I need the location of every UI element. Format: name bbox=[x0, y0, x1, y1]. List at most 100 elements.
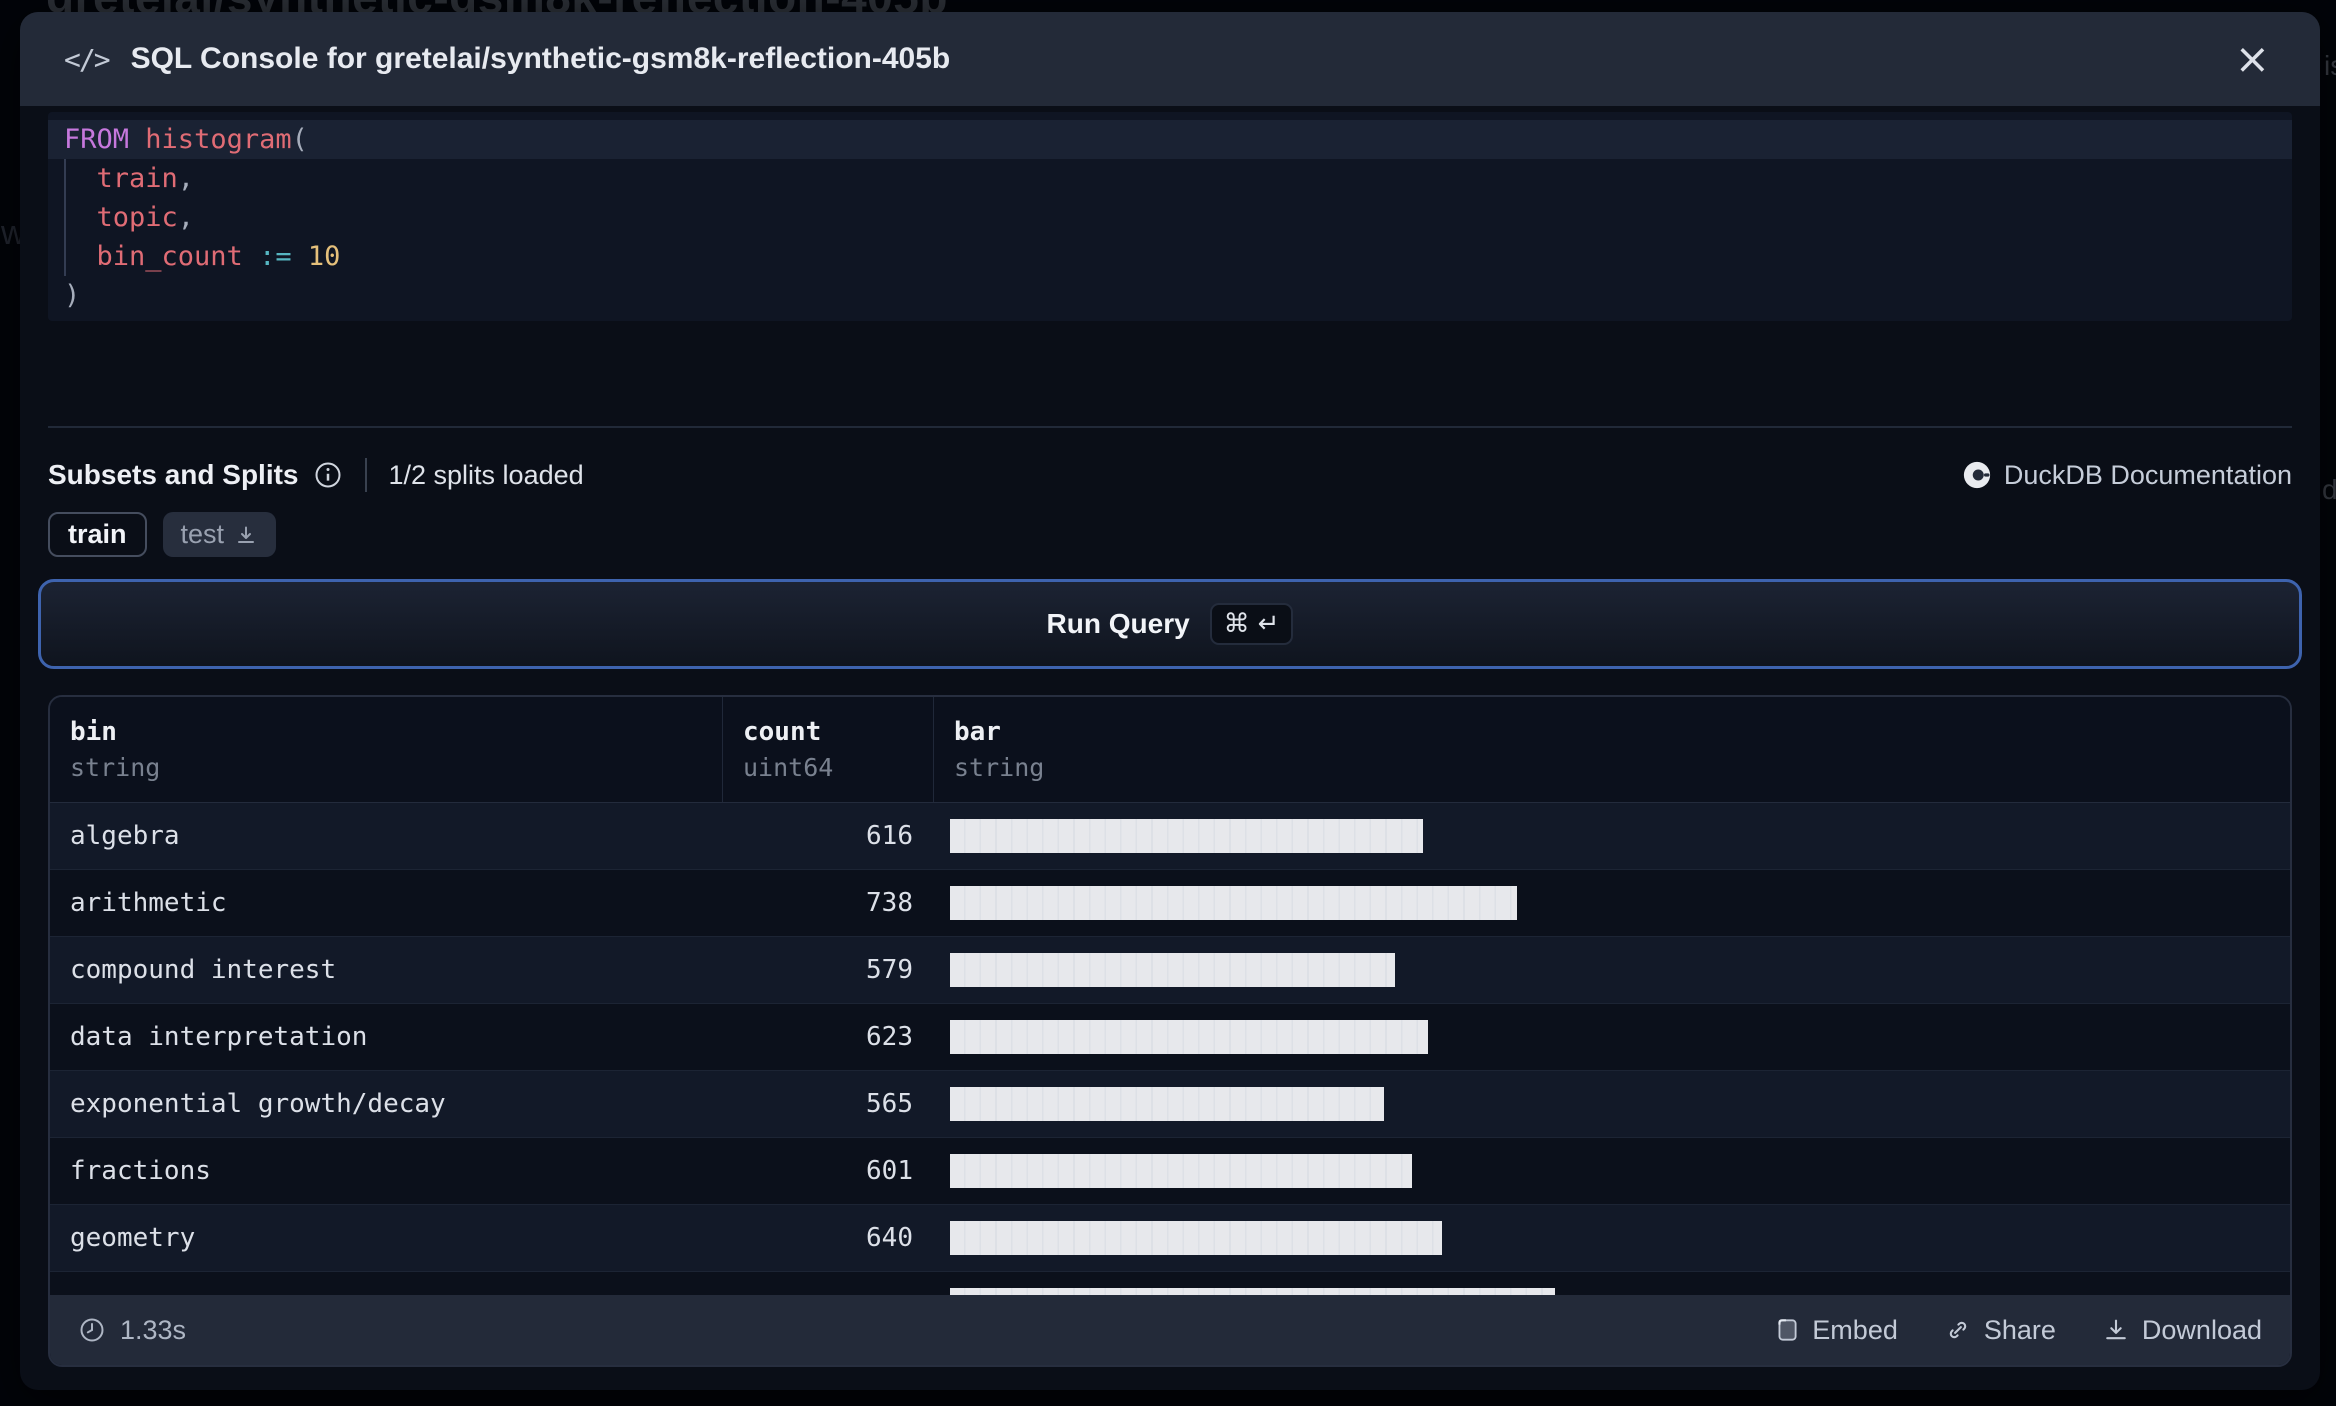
table-row: geometry 640 bbox=[50, 1205, 2290, 1272]
splits-loaded-status: 1/2 splits loaded bbox=[388, 459, 584, 490]
column-name: bar bbox=[954, 717, 1001, 747]
histogram-bar bbox=[950, 819, 1423, 853]
code-token-punct: , bbox=[177, 202, 195, 233]
keyboard-shortcut-badge: ⌘ ↵ bbox=[1209, 603, 1294, 645]
table-row bbox=[50, 1272, 2290, 1295]
code-line: train, bbox=[48, 159, 2292, 198]
cell-bin: data interpretation bbox=[70, 1022, 368, 1052]
cell-count: 565 bbox=[866, 1089, 913, 1119]
page-background: gretelai/synthetic-gsm8k-reflection-405b… bbox=[0, 0, 2336, 1406]
table-row: fractions 601 bbox=[50, 1138, 2290, 1205]
column-header-bar: bar string bbox=[933, 697, 2290, 802]
code-token-operator: := bbox=[259, 241, 292, 272]
histogram-bar bbox=[950, 886, 1517, 920]
embed-icon bbox=[1774, 1316, 1800, 1344]
code-line: topic, bbox=[48, 198, 2292, 237]
cell-bar bbox=[933, 1138, 2290, 1204]
sql-console-modal: </> SQL Console for gretelai/synthetic-g… bbox=[20, 12, 2320, 1390]
table-row: arithmetic 738 bbox=[50, 870, 2290, 937]
column-name: count bbox=[743, 717, 822, 747]
cell-bar bbox=[933, 1071, 2290, 1137]
table-row: compound interest 579 bbox=[50, 937, 2290, 1004]
cell-bar bbox=[933, 1272, 2290, 1295]
code-token-punct bbox=[64, 241, 97, 272]
download-button[interactable]: Download bbox=[2102, 1315, 2262, 1346]
background-fragment: d bbox=[2322, 474, 2336, 505]
code-token-name: histogram bbox=[145, 124, 292, 155]
code-token-punct: ( bbox=[291, 124, 308, 155]
run-query-button[interactable]: Run Query ⌘ ↵ bbox=[38, 579, 2302, 669]
code-token-punct: , bbox=[177, 163, 195, 194]
histogram-bar bbox=[950, 1020, 1428, 1054]
vertical-separator bbox=[364, 458, 367, 492]
footer-actions: Embed Share Download bbox=[1774, 1315, 2262, 1346]
code-line: FROM histogram( bbox=[48, 120, 2292, 159]
results-table-scroll-area[interactable]: bin string count uint64 bar string algebra 616… bbox=[50, 697, 2290, 1295]
subsets-title: Subsets and Splits bbox=[48, 459, 299, 490]
split-chips: train test bbox=[48, 512, 2292, 557]
results-footer: 1.33s Embed Share Download bbox=[50, 1295, 2290, 1365]
histogram-bar bbox=[950, 1087, 1384, 1121]
download-split-icon bbox=[234, 523, 258, 547]
sql-editor[interactable]: FROM histogram( train, topic, bin_count … bbox=[48, 112, 2292, 321]
code-token-number: 10 bbox=[307, 241, 341, 272]
duckdb-documentation-link[interactable]: DuckDB Documentation bbox=[1962, 460, 2292, 491]
section-divider bbox=[48, 426, 2292, 428]
histogram-bar bbox=[950, 1288, 1555, 1295]
clock-icon bbox=[78, 1316, 106, 1344]
download-label: Download bbox=[2141, 1314, 2262, 1345]
query-results-card: bin string count uint64 bar string algebra 616… bbox=[48, 695, 2292, 1367]
cell-count: 601 bbox=[866, 1156, 913, 1186]
results-table-header: bin string count uint64 bar string bbox=[50, 697, 2290, 803]
column-type: uint64 bbox=[743, 753, 834, 782]
column-name: bin bbox=[70, 717, 117, 747]
background-fragment: is bbox=[2324, 50, 2336, 81]
code-token-name: bin_count bbox=[96, 241, 243, 272]
close-icon[interactable]: × bbox=[2229, 38, 2276, 80]
cell-bin: exponential growth/decay bbox=[70, 1089, 446, 1119]
cell-bin: arithmetic bbox=[70, 888, 227, 918]
embed-button[interactable]: Embed bbox=[1774, 1315, 1898, 1346]
info-icon[interactable] bbox=[313, 460, 343, 490]
histogram-bar bbox=[950, 1154, 1412, 1188]
cell-count: 738 bbox=[866, 888, 913, 918]
table-row: exponential growth/decay 565 bbox=[50, 1071, 2290, 1138]
split-chip-test[interactable]: test bbox=[162, 512, 277, 557]
code-token-keyword: FROM bbox=[64, 124, 130, 155]
split-chip-train[interactable]: train bbox=[48, 512, 147, 557]
table-row: algebra 616 bbox=[50, 803, 2290, 870]
query-duration-value: 1.33s bbox=[120, 1314, 187, 1345]
code-token-name: topic bbox=[96, 202, 178, 233]
code-token-punct: ) bbox=[64, 280, 81, 311]
cell-bar bbox=[933, 1004, 2290, 1070]
cell-bar bbox=[933, 1205, 2290, 1271]
code-token-name: train bbox=[96, 163, 178, 194]
share-button[interactable]: Share bbox=[1944, 1315, 2056, 1346]
cell-bar bbox=[933, 870, 2290, 936]
cell-bar bbox=[933, 937, 2290, 1003]
code-line: ) bbox=[48, 276, 2292, 315]
duckdb-logo-icon bbox=[1962, 460, 1992, 490]
code-icon: </> bbox=[64, 42, 111, 76]
histogram-bar bbox=[950, 953, 1395, 987]
cell-bin: compound interest bbox=[70, 955, 337, 985]
command-key-icon: ⌘ bbox=[1223, 609, 1250, 639]
split-chip-label: test bbox=[180, 519, 225, 549]
code-token-punct bbox=[243, 241, 259, 272]
code-token-punct bbox=[129, 124, 145, 155]
cell-bin: geometry bbox=[70, 1223, 196, 1253]
enter-key-icon: ↵ bbox=[1257, 609, 1280, 639]
code-token-punct bbox=[64, 163, 97, 194]
column-header-count: count uint64 bbox=[722, 697, 933, 802]
download-icon bbox=[2102, 1316, 2130, 1344]
query-duration: 1.33s bbox=[78, 1315, 186, 1346]
cell-count: 640 bbox=[866, 1223, 913, 1253]
embed-label: Embed bbox=[1812, 1314, 1898, 1345]
column-header-bin: bin string bbox=[50, 697, 722, 802]
code-token-punct bbox=[64, 202, 97, 233]
share-label: Share bbox=[1983, 1314, 2056, 1345]
share-link-icon bbox=[1944, 1316, 1972, 1344]
column-type: string bbox=[954, 753, 1045, 782]
run-query-label: Run Query bbox=[1046, 608, 1190, 639]
cell-count: 623 bbox=[866, 1022, 913, 1052]
